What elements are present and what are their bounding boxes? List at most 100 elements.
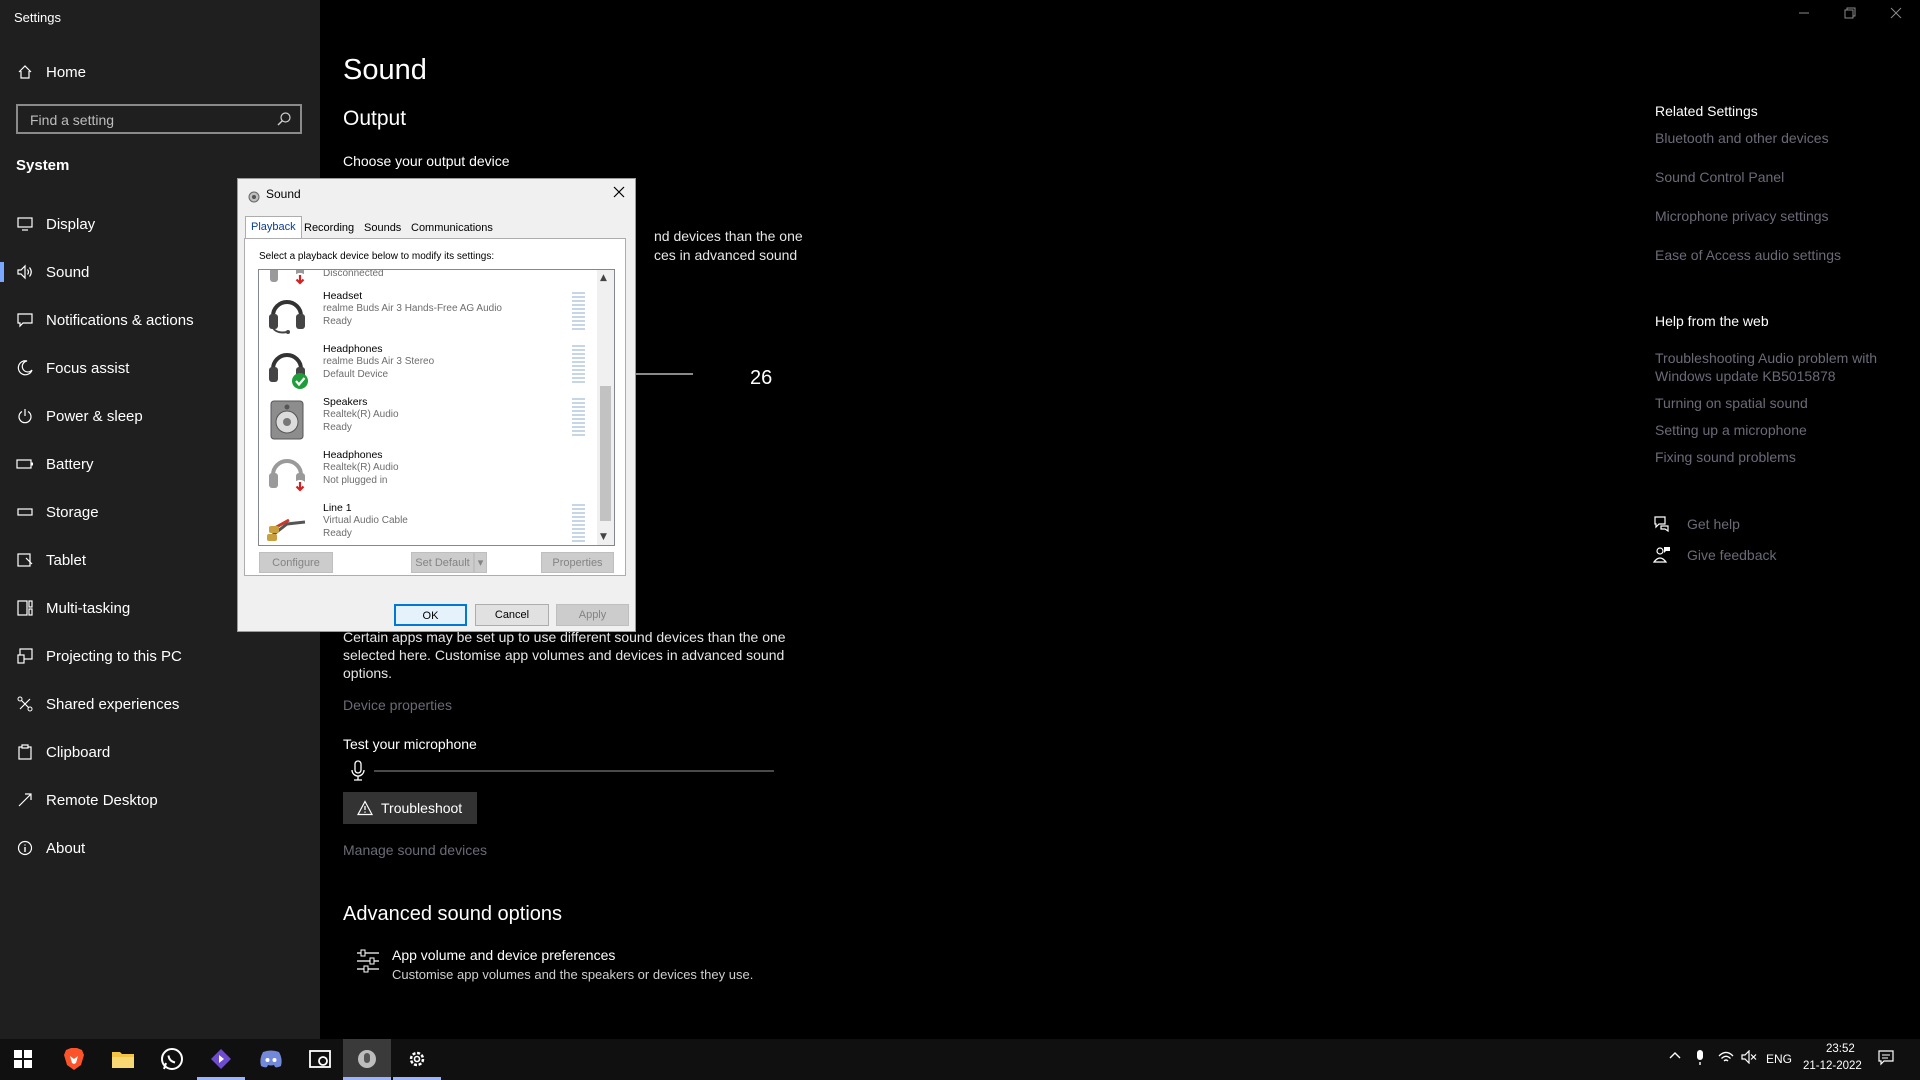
help-link-audio-problem[interactable]: Troubleshooting Audio problem with Windo… <box>1655 349 1885 385</box>
scroll-down-icon[interactable]: ▼ <box>600 532 607 542</box>
settings-gear-icon[interactable] <box>403 1045 431 1073</box>
headset-disconnected-icon <box>265 270 309 288</box>
device-description: Realtek(R) Audio <box>323 462 399 473</box>
restore-button[interactable] <box>1840 6 1860 26</box>
sidebar-item-label: Clipboard <box>46 743 111 761</box>
scroll-up-icon[interactable]: ▲ <box>600 273 607 283</box>
whatsapp-icon[interactable] <box>158 1045 186 1073</box>
device-list-scrollbar[interactable]: ▲ ▼ <box>597 270 614 545</box>
app-diamond-icon[interactable] <box>207 1045 235 1073</box>
headphones-unplugged-icon <box>265 451 309 495</box>
device-name: Headphones <box>323 343 383 355</box>
search-input[interactable] <box>28 111 272 129</box>
sidebar-item-projecting[interactable]: Projecting to this PC <box>0 634 320 678</box>
voice-app-icon[interactable] <box>353 1045 381 1073</box>
level-meter <box>572 504 585 544</box>
sidebar-home-label: Home <box>46 63 87 81</box>
tab-sounds[interactable]: Sounds <box>359 218 406 238</box>
help-link-setup-microphone[interactable]: Setting up a microphone <box>1655 421 1807 439</box>
properties-button[interactable]: Properties <box>541 552 614 573</box>
moon-icon <box>15 358 35 378</box>
device-properties-link[interactable]: Device properties <box>343 697 452 713</box>
sidebar-item-label: Notifications & actions <box>46 311 194 329</box>
sidebar-item-label: Projecting to this PC <box>46 647 182 665</box>
shared-icon <box>15 694 35 714</box>
sidebar-item-remote-desktop[interactable]: Remote Desktop <box>0 778 320 822</box>
clock-time[interactable]: 23:52 <box>1826 1043 1855 1055</box>
apply-button[interactable]: Apply <box>556 604 629 626</box>
wifi-icon[interactable] <box>1718 1050 1734 1067</box>
ok-button[interactable]: OK <box>394 604 467 626</box>
clock-date[interactable]: 21-12-2022 <box>1803 1060 1862 1072</box>
dialog-title: Sound <box>266 187 301 201</box>
troubleshoot-button[interactable]: Troubleshoot <box>343 792 477 824</box>
sidebar-item-label: Display <box>46 215 96 233</box>
search-box[interactable] <box>16 104 302 134</box>
power-icon <box>15 406 35 426</box>
sidebar-item-shared-experiences[interactable]: Shared experiences <box>0 682 320 726</box>
minimize-button[interactable] <box>1794 6 1814 26</box>
list-item-device[interactable]: Headset realme Buds Air 3 Hands-Free AG … <box>259 288 594 341</box>
help-link-fixing-sound[interactable]: Fixing sound problems <box>1655 448 1796 466</box>
related-link-bluetooth[interactable]: Bluetooth and other devices <box>1655 129 1829 147</box>
related-settings-heading: Related Settings <box>1655 103 1758 119</box>
start-button[interactable] <box>9 1045 37 1073</box>
search-icon[interactable] <box>276 111 292 127</box>
list-item-device[interactable]: Headphones realme Buds Air 3 Stereo Defa… <box>259 341 594 394</box>
list-item-device[interactable]: Speakers Realtek(R) Audio Ready <box>259 394 594 447</box>
configure-button[interactable]: Configure <box>259 552 333 573</box>
notification-center-icon[interactable] <box>1878 1050 1894 1069</box>
sidebar-item-label: Power & sleep <box>46 407 143 425</box>
set-default-dropdown[interactable]: ▾ <box>474 552 487 573</box>
device-status: Default Device <box>323 369 389 380</box>
volume-muted-icon[interactable] <box>1741 1049 1757 1067</box>
multitask-icon <box>15 598 35 618</box>
close-window-button[interactable] <box>1886 6 1906 26</box>
dialog-close-button[interactable] <box>609 183 629 203</box>
mixed-reality-icon[interactable] <box>306 1045 334 1073</box>
help-from-web-heading: Help from the web <box>1655 313 1769 329</box>
microphone-tray-icon[interactable] <box>1694 1050 1706 1069</box>
give-feedback-link[interactable]: Give feedback <box>1652 543 1777 567</box>
level-meter <box>572 345 585 385</box>
brave-browser-icon[interactable] <box>60 1045 88 1073</box>
tab-recording[interactable]: Recording <box>299 218 359 238</box>
microphone-level-bar <box>374 770 774 772</box>
speaker-dialog-icon <box>248 188 260 203</box>
app-volume-link[interactable]: App volume and device preferences <box>392 947 615 963</box>
related-link-sound-control-panel[interactable]: Sound Control Panel <box>1655 168 1784 186</box>
sidebar-home[interactable]: Home <box>0 50 320 94</box>
get-help-label: Get help <box>1687 516 1740 532</box>
device-status: Ready <box>323 316 352 327</box>
list-item-device[interactable]: Line 1 Virtual Audio Cable Ready <box>259 500 594 545</box>
help-link-spatial-sound[interactable]: Turning on spatial sound <box>1655 394 1808 412</box>
chevron-up-icon[interactable] <box>1669 1050 1681 1065</box>
related-link-microphone-privacy[interactable]: Microphone privacy settings <box>1655 207 1829 225</box>
related-link-ease-of-access-audio[interactable]: Ease of Access audio settings <box>1655 246 1841 264</box>
cancel-button[interactable]: Cancel <box>475 604 549 626</box>
get-help-link[interactable]: Get help <box>1653 512 1740 536</box>
remote-icon <box>15 790 35 810</box>
device-name: Speakers <box>323 396 368 408</box>
file-explorer-icon[interactable] <box>109 1045 137 1073</box>
set-default-button[interactable]: Set Default <box>411 552 474 573</box>
level-meter <box>572 292 585 332</box>
language-indicator[interactable]: ENG <box>1766 1052 1792 1066</box>
device-status: Disconnected <box>323 269 384 279</box>
output-heading: Output <box>343 107 407 130</box>
list-item-device[interactable]: Headphones Realtek(R) Audio Not plugged … <box>259 447 594 500</box>
sidebar-section-heading: System <box>16 157 70 174</box>
sidebar-item-about[interactable]: About <box>0 826 320 870</box>
choose-output-label: Choose your output device <box>343 153 510 169</box>
manage-sound-devices-link[interactable]: Manage sound devices <box>343 842 487 858</box>
discord-icon[interactable] <box>257 1045 285 1073</box>
tab-communications[interactable]: Communications <box>406 218 498 238</box>
tab-playback[interactable]: Playback <box>245 216 302 240</box>
notification-icon <box>15 310 35 330</box>
sidebar-item-clipboard[interactable]: Clipboard <box>0 730 320 774</box>
test-microphone-label: Test your microphone <box>343 736 477 752</box>
playback-device-list[interactable]: Disconnected Headset realme Buds Air 3 H… <box>258 269 615 546</box>
scroll-thumb[interactable] <box>600 386 611 521</box>
battery-icon <box>15 454 35 474</box>
device-name: Line 1 <box>323 502 352 514</box>
